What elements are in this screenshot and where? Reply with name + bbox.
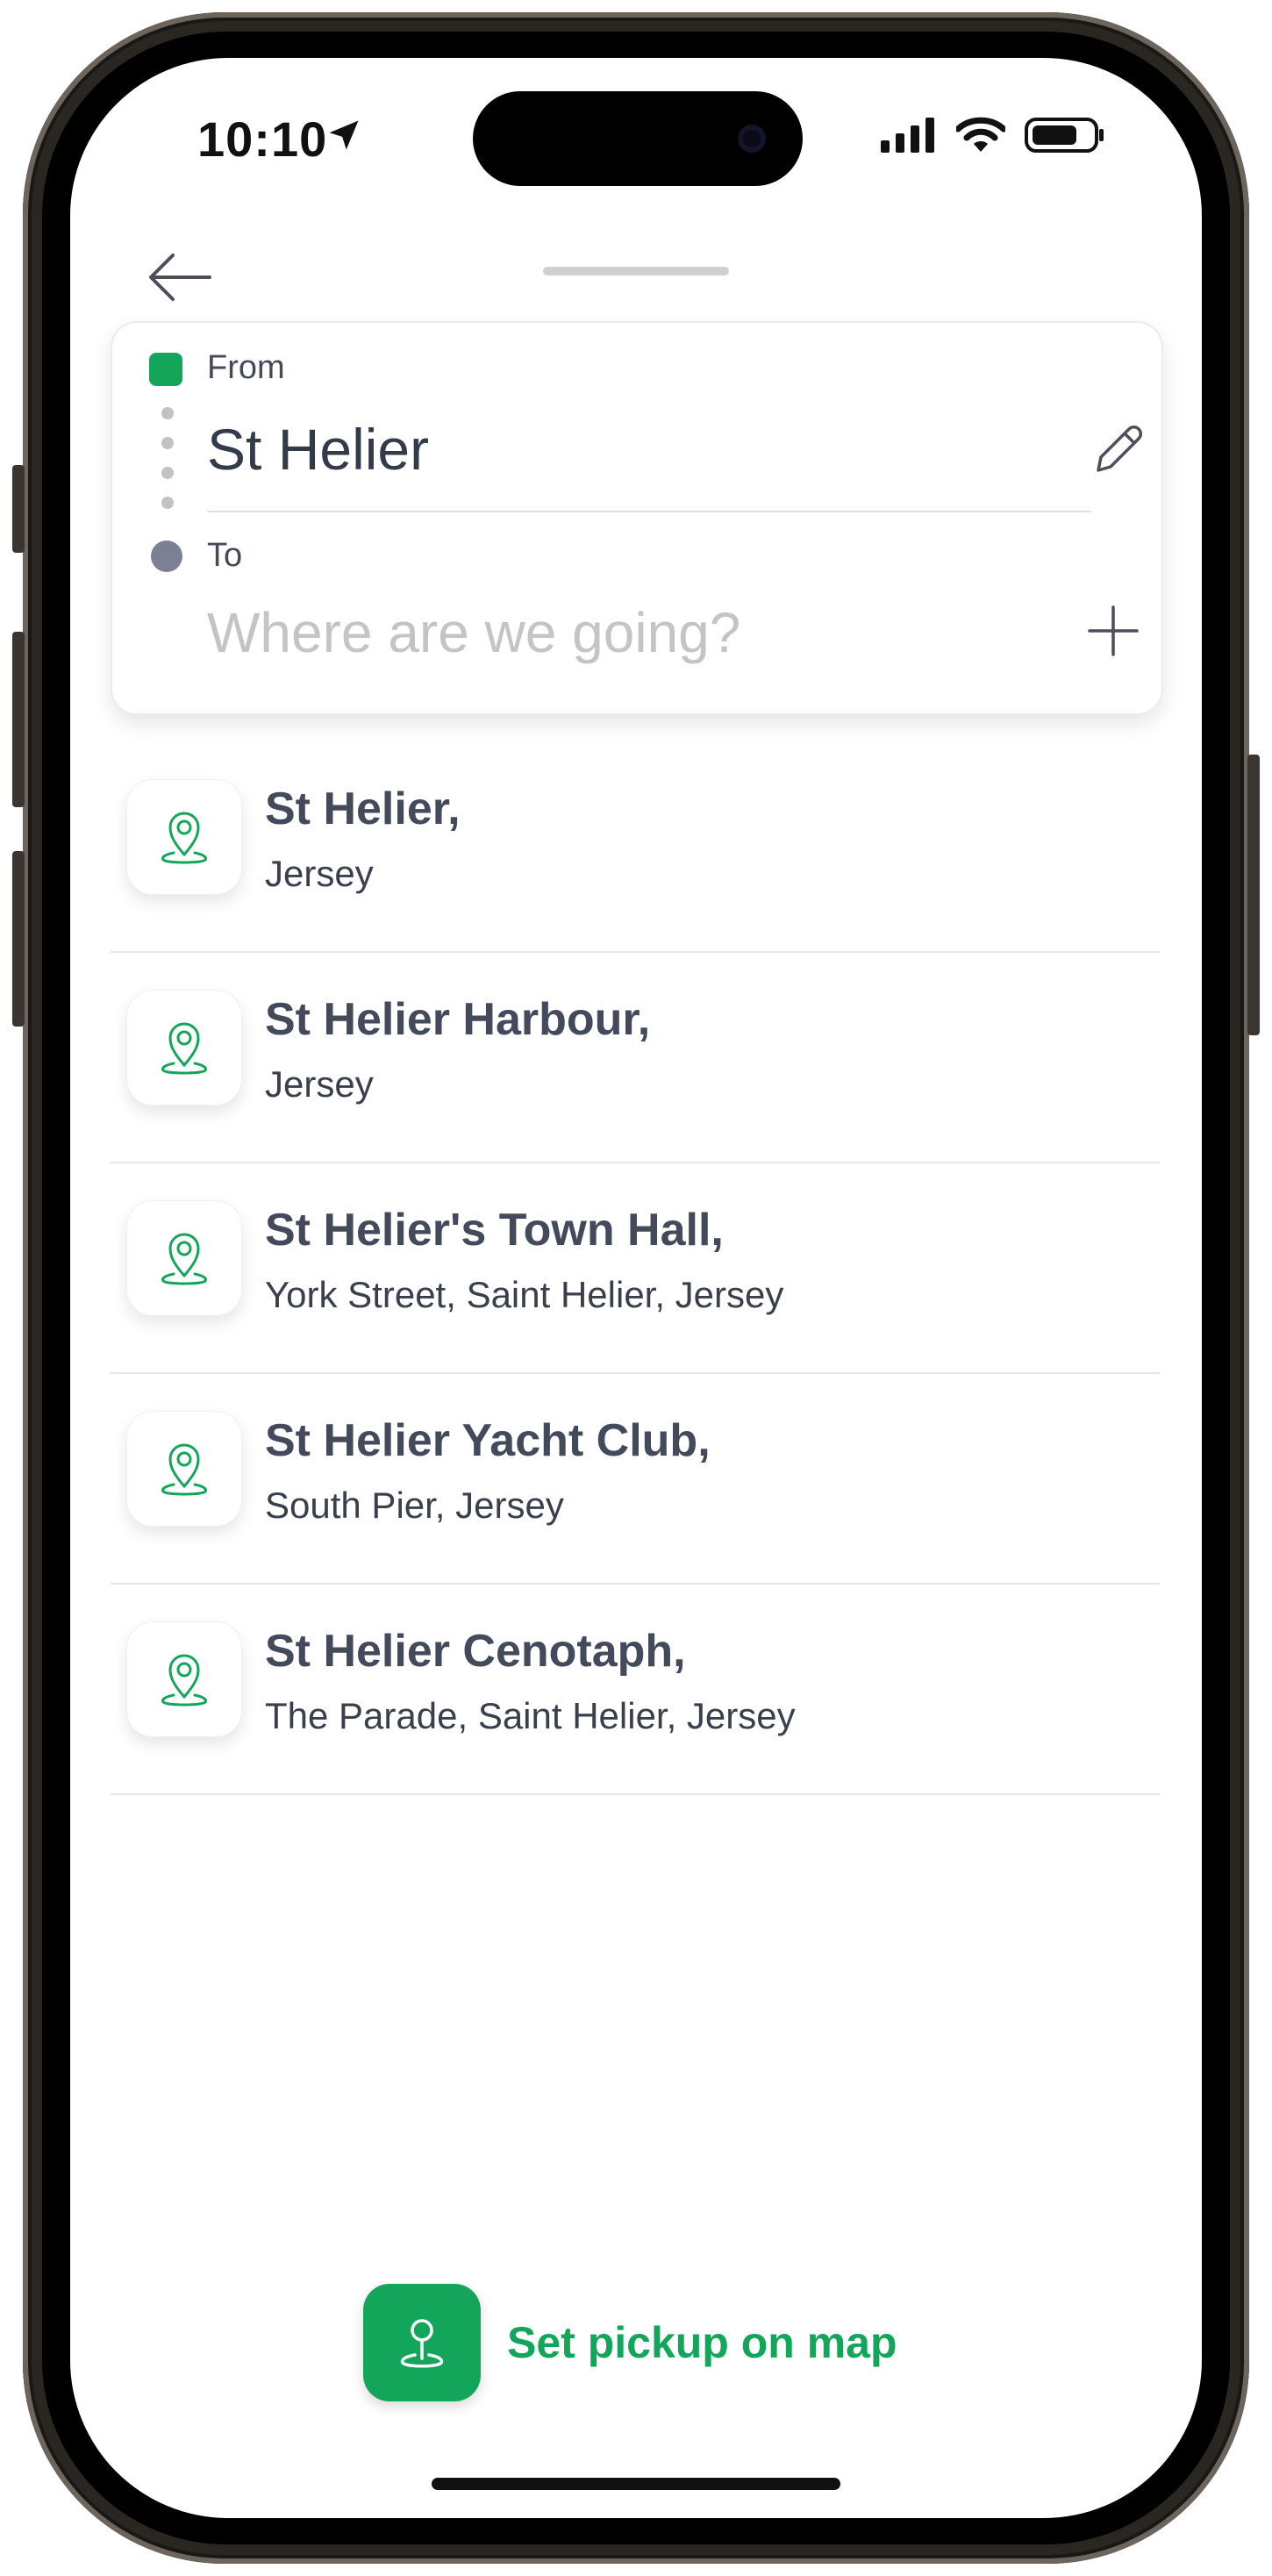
to-marker <box>151 540 182 572</box>
action-button <box>12 465 25 553</box>
from-label: From <box>207 349 285 386</box>
result-title: St Helier, <box>265 784 461 834</box>
power-button <box>1247 755 1260 1035</box>
result-title: St Helier Harbour, <box>265 994 651 1045</box>
status-icons <box>881 116 1105 154</box>
home-indicator[interactable] <box>432 2478 840 2490</box>
result-subtitle: Jersey <box>265 1063 374 1105</box>
screen: 10:10 From St Helier To Where are we goi… <box>70 58 1202 2518</box>
wifi-icon <box>956 117 1005 152</box>
to-label: To <box>207 537 243 574</box>
destination-input[interactable] <box>207 593 1049 672</box>
pencil-icon <box>1097 426 1142 472</box>
map-pin-icon <box>126 779 242 895</box>
from-field[interactable]: St Helier <box>207 416 429 483</box>
back-button[interactable] <box>140 242 219 312</box>
route-card: From St Helier To <box>111 321 1163 715</box>
set-pickup-label: Set pickup on map <box>507 2318 897 2367</box>
camera-icon <box>738 125 766 153</box>
arrow-left-icon <box>149 254 211 301</box>
result-subtitle: York Street, Saint Helier, Jersey <box>265 1274 784 1315</box>
status-time: 10:10 <box>197 111 328 167</box>
pin-on-map-icon <box>363 2284 481 2401</box>
route-connector <box>161 407 174 526</box>
dynamic-island <box>473 91 803 186</box>
battery-icon <box>1025 118 1104 153</box>
set-pickup-on-map-button[interactable]: Set pickup on map <box>363 2283 897 2402</box>
search-results: St Helier, Jersey St Helier Harbour, Jer… <box>111 742 1160 1795</box>
map-pin-icon <box>126 1621 242 1737</box>
result-title: St Helier Yacht Club, <box>265 1415 711 1466</box>
list-item[interactable]: St Helier, Jersey <box>111 742 1160 953</box>
from-divider <box>207 511 1091 512</box>
edit-from-button[interactable] <box>1088 419 1149 481</box>
volume-up-button <box>12 632 25 807</box>
map-pin-icon <box>126 990 242 1106</box>
add-stop-button[interactable] <box>1083 600 1144 662</box>
location-arrow-icon <box>329 120 359 150</box>
map-pin-icon <box>126 1200 242 1316</box>
sheet-grabber[interactable] <box>543 267 729 275</box>
list-item[interactable]: St Helier's Town Hall, York Street, Sain… <box>111 1163 1160 1374</box>
from-marker <box>149 353 182 386</box>
result-title: St Helier's Town Hall, <box>265 1205 724 1256</box>
result-subtitle: Jersey <box>265 853 374 894</box>
plus-icon <box>1088 605 1139 656</box>
result-subtitle: South Pier, Jersey <box>265 1485 564 1526</box>
result-title: St Helier Cenotaph, <box>265 1626 686 1677</box>
result-subtitle: The Parade, Saint Helier, Jersey <box>265 1695 796 1736</box>
volume-down-button <box>12 851 25 1027</box>
map-pin-icon <box>126 1411 242 1527</box>
cellular-signal-icon <box>881 118 934 153</box>
list-item[interactable]: St Helier Yacht Club, South Pier, Jersey <box>111 1374 1160 1585</box>
list-item[interactable]: St Helier Cenotaph, The Parade, Saint He… <box>111 1585 1160 1795</box>
list-item[interactable]: St Helier Harbour, Jersey <box>111 953 1160 1163</box>
